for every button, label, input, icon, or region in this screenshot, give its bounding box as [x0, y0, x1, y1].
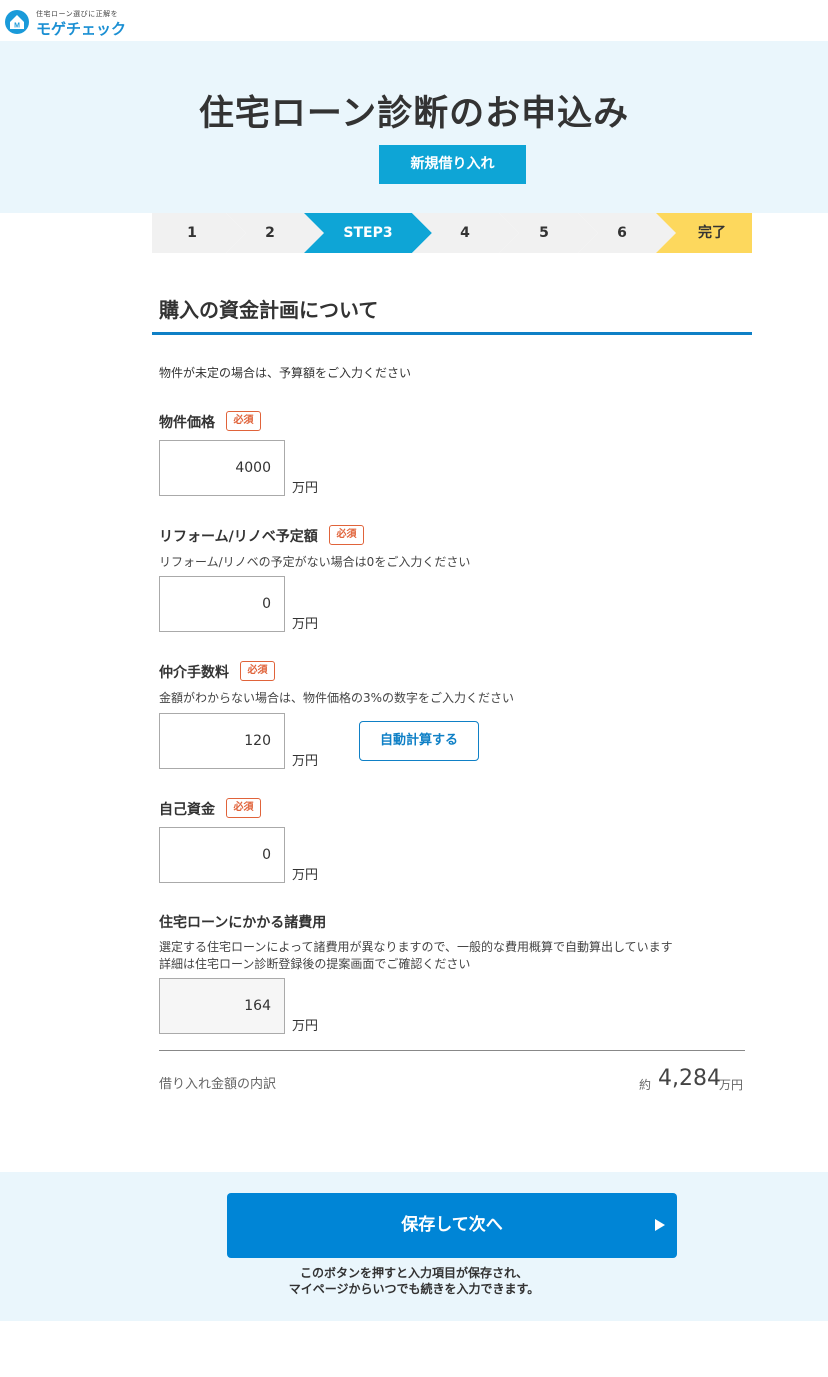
summary-prefix: 約 — [639, 1078, 652, 1092]
required-badge: 必須 — [226, 798, 261, 818]
summary-total: 4,284 — [658, 1066, 721, 1091]
commission-input[interactable] — [159, 713, 285, 769]
save-note-line-2: マイページからいつでも続きを入力できます。 — [288, 1282, 540, 1296]
loan-costs-input — [159, 978, 285, 1034]
footer-panel: 保存して次へ このボタンを押すと入力項目が保存され、 マイページからいつでも続き… — [0, 1172, 828, 1321]
section-title: 購入の資金計画について — [159, 298, 379, 322]
step-4: 4 — [460, 225, 470, 241]
loan-costs-unit: 万円 — [292, 1019, 319, 1034]
save-note: このボタンを押すと入力項目が保存され、 マイページからいつでも続きを入力できます… — [0, 1265, 828, 1297]
play-arrow-icon — [655, 1219, 665, 1231]
step-1: 1 — [187, 225, 197, 241]
summary-unit: 万円 — [719, 1078, 744, 1092]
price-label: 物件価格 — [159, 415, 215, 431]
summary-divider — [159, 1050, 745, 1051]
price-unit: 万円 — [292, 481, 319, 496]
section-intro: 物件が未定の場合は、予算額をご入力ください — [159, 366, 412, 380]
house-logo-icon: M — [5, 10, 29, 34]
reform-label: リフォーム/リノベ予定額 — [159, 529, 318, 545]
page-title: 住宅ローン診断のお申込み — [198, 94, 630, 134]
loan-type-badge: 新規借り入れ — [379, 145, 526, 184]
commission-unit: 万円 — [292, 754, 319, 769]
summary-label: 借り入れ金額の内訳 — [159, 1077, 277, 1092]
reform-hint: リフォーム/リノベの予定がない場合は0をご入力ください — [159, 555, 471, 569]
loan-costs-hint-detail: 詳細は住宅ローン診断登録後の提案画面でご確認ください — [159, 957, 471, 971]
loan-costs-hint: 選定する住宅ローンによって諸費用が異なりますので、一般的な費用概算で自動算出して… — [159, 940, 673, 954]
required-badge: 必須 — [240, 661, 275, 681]
reform-input[interactable] — [159, 576, 285, 632]
step-3-current: STEP3 — [343, 225, 393, 241]
step-6: 6 — [617, 225, 627, 241]
required-badge: 必須 — [329, 525, 364, 545]
loan-costs-label: 住宅ローンにかかる諸費用 — [159, 915, 327, 931]
step-progress: 1 2 STEP3 4 5 6 完了 — [152, 213, 752, 253]
save-note-line-1: このボタンを押すと入力項目が保存され、 — [299, 1266, 529, 1280]
site-logo[interactable]: M 住宅ローン選びに正解を モゲチェック — [4, 5, 134, 38]
required-badge: 必須 — [226, 411, 261, 431]
logo-mark-letter: M — [14, 23, 20, 30]
step-complete: 完了 — [698, 225, 726, 241]
logo-name: モゲチェック — [36, 20, 127, 38]
step-2: 2 — [265, 225, 275, 241]
commission-label: 仲介手数料 — [159, 665, 229, 681]
commission-hint: 金額がわからない場合は、物件価格の3%の数字をご入力ください — [159, 691, 515, 705]
price-input[interactable] — [159, 440, 285, 496]
reform-unit: 万円 — [292, 617, 319, 632]
own-funds-input[interactable] — [159, 827, 285, 883]
own-funds-label: 自己資金 — [159, 802, 215, 818]
save-next-label: 保存して次へ — [401, 1215, 503, 1235]
save-next-button[interactable]: 保存して次へ — [227, 1193, 677, 1258]
auto-calculate-button[interactable]: 自動計算する — [359, 721, 479, 761]
own-funds-unit: 万円 — [292, 868, 319, 883]
step-5: 5 — [539, 225, 549, 241]
hero-banner: 住宅ローン診断のお申込み 新規借り入れ — [0, 41, 828, 213]
section-divider — [152, 332, 752, 335]
